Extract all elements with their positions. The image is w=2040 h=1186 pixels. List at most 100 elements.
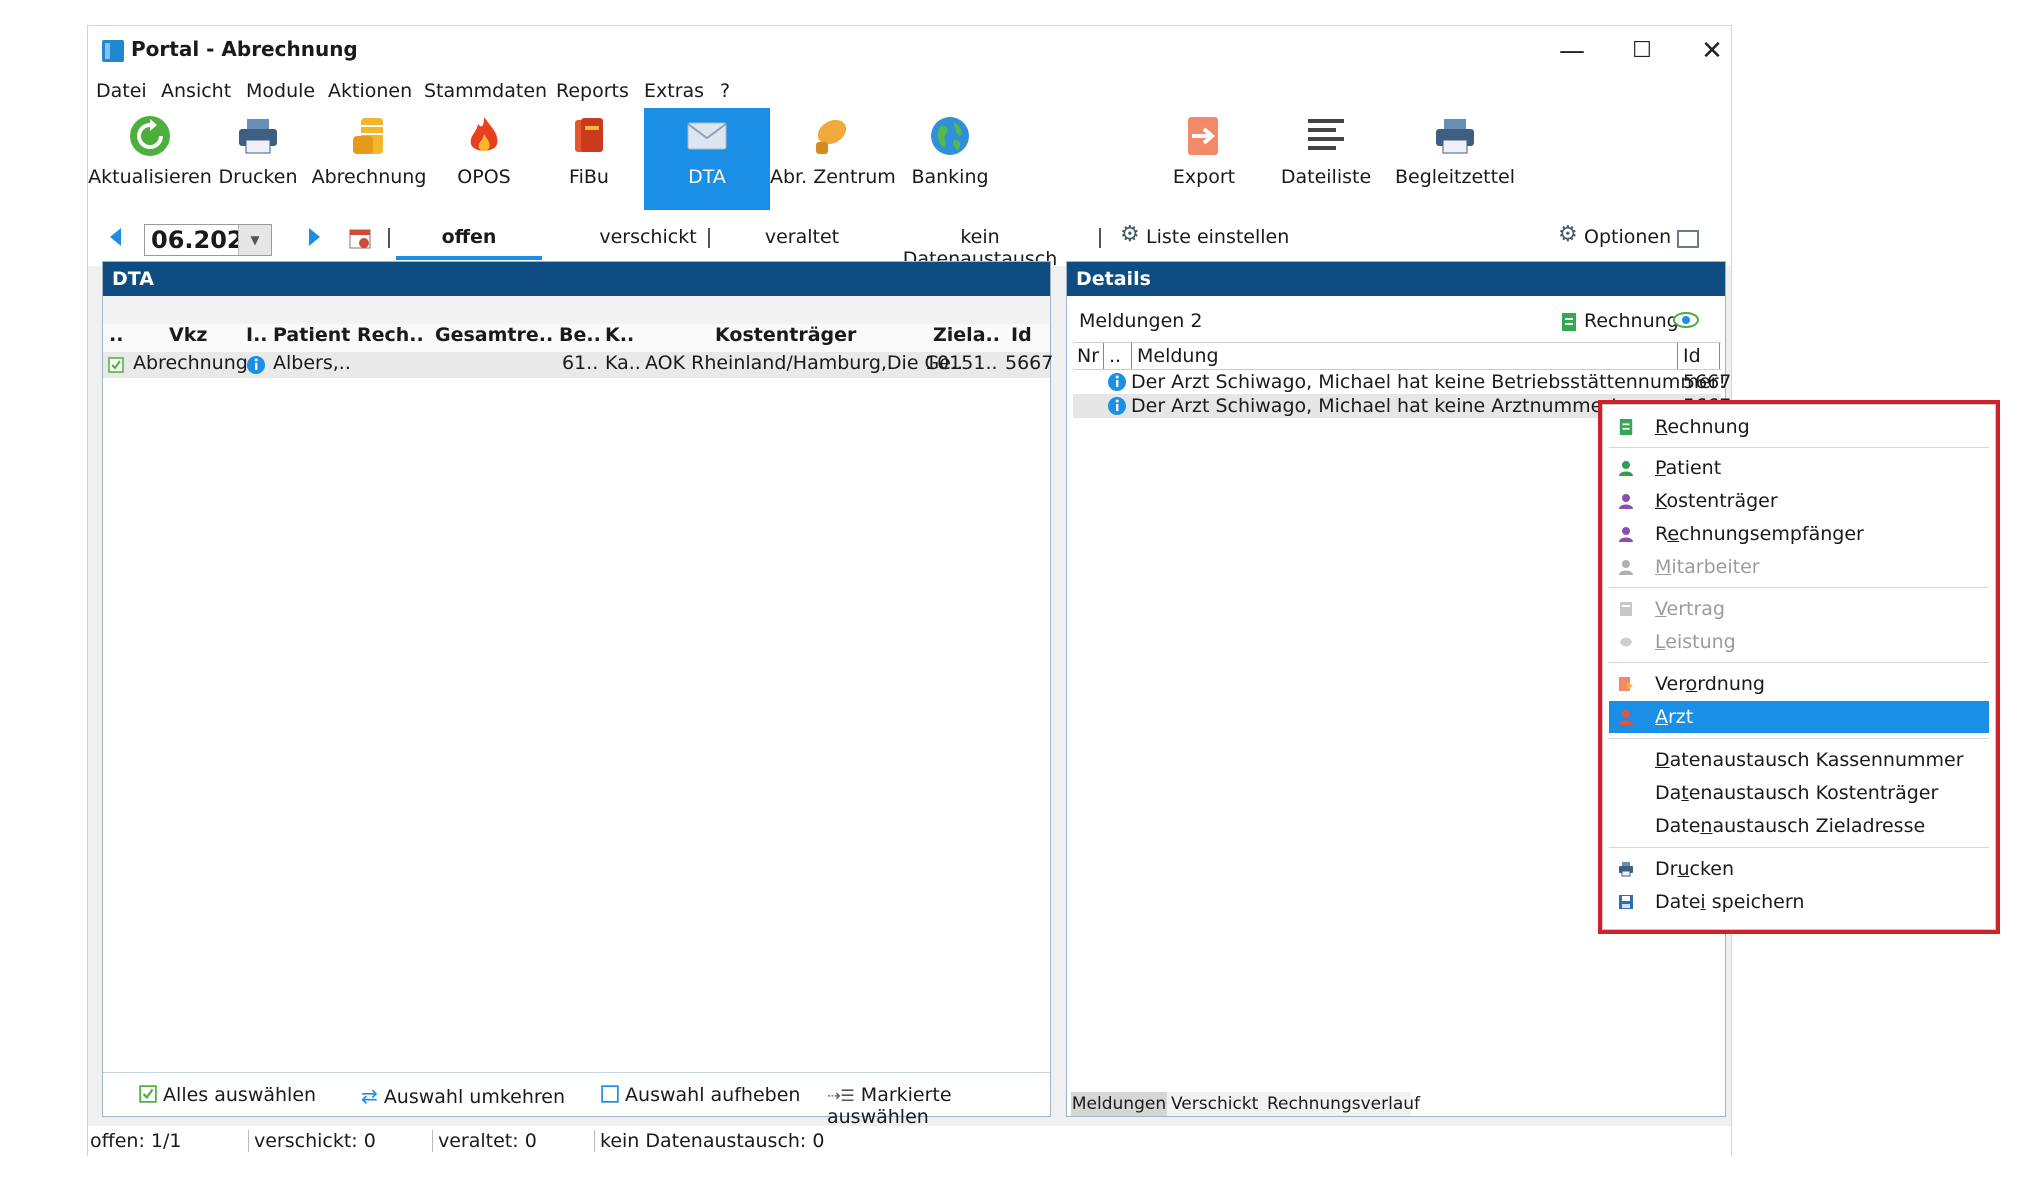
gear-icon: ⚙ <box>1558 222 1578 247</box>
fibu-label: FiBu <box>569 166 609 188</box>
list-icon <box>1308 119 1344 150</box>
swap-icon: ⇄ <box>361 1084 378 1108</box>
clear-selection-label: Auswahl aufheben <box>625 1084 801 1106</box>
invoice-icon <box>1562 313 1576 331</box>
status-divider <box>432 1130 433 1152</box>
status-verschickt: verschickt: 0 <box>254 1130 376 1152</box>
checkbox-checked-icon <box>139 1085 157 1103</box>
dta-panel: DTA .. Vkz I.. Patient Rech.. Gesamtre..… <box>102 261 1054 1128</box>
col-handle[interactable]: .. <box>109 324 123 346</box>
abrechnung-label: Abrechnung <box>311 166 427 188</box>
banking-button[interactable]: Banking <box>890 108 1010 210</box>
gear-icon: ⚙ <box>1120 222 1140 247</box>
next-period-icon[interactable] <box>309 228 320 246</box>
col-divider <box>1131 343 1132 369</box>
cell-id: 5667 <box>1005 352 1054 374</box>
messages-count: Meldungen 2 <box>1079 310 1203 332</box>
status-veraltet: veraltet: 0 <box>438 1130 537 1152</box>
cell-vkz: Abrechnung <box>133 352 248 374</box>
col-type[interactable]: .. <box>1109 345 1121 367</box>
menu-bar: Datei Ansicht Module Aktionen Stammdaten… <box>88 76 1731 108</box>
export-button[interactable]: Export <box>1144 108 1264 210</box>
clear-selection-button[interactable]: Auswahl aufheben <box>601 1084 800 1106</box>
invert-selection-button[interactable]: ⇄ Auswahl umkehren <box>361 1084 565 1108</box>
close-button[interactable]: ✕ <box>1688 34 1736 68</box>
calendar-icon[interactable] <box>348 226 372 250</box>
period-select[interactable]: 06.2023 ▼ <box>144 224 272 256</box>
col-patient[interactable]: Patient <box>273 324 350 346</box>
menu-module[interactable]: Module <box>246 80 315 102</box>
message-text: Der Arzt Schiwago, Michael hat keine Arz… <box>1131 395 1618 417</box>
drucken-button[interactable]: Drucken <box>212 108 304 210</box>
aktualisieren-button[interactable]: Aktualisieren <box>88 108 212 210</box>
period-bar: 06.2023 ▼ offen verschickt veraltet kein… <box>88 210 1731 270</box>
chevron-down-icon[interactable]: ▼ <box>238 225 271 255</box>
col-be[interactable]: Be.. <box>559 324 601 346</box>
tab-verschickt[interactable]: verschickt <box>580 226 716 248</box>
opos-button[interactable]: OPOS <box>434 108 534 210</box>
tab-offen[interactable]: offen <box>396 226 542 248</box>
panel-layout-icon[interactable] <box>1677 230 1699 248</box>
refresh-icon <box>130 116 170 156</box>
tab-meldungen[interactable]: Meldungen <box>1071 1092 1167 1116</box>
dateiliste-button[interactable]: Dateiliste <box>1264 108 1388 210</box>
status-divider <box>248 1130 249 1152</box>
abrechnung-button[interactable]: Abrechnung <box>304 108 434 210</box>
col-divider <box>1719 343 1720 369</box>
separator <box>388 228 390 248</box>
printer-icon <box>239 119 277 154</box>
begleitzettel-button[interactable]: Begleitzettel <box>1388 108 1522 210</box>
cell-be: 61.. <box>562 352 599 374</box>
message-id: 5667 <box>1683 371 1732 393</box>
col-nr[interactable]: Nr <box>1077 345 1099 367</box>
active-tab-indicator <box>396 256 542 260</box>
menu-datei[interactable]: Datei <box>96 80 147 102</box>
tab-veraltet[interactable]: veraltet <box>742 226 862 248</box>
menu-stammdaten[interactable]: Stammdaten <box>424 80 547 102</box>
status-divider <box>594 1130 595 1152</box>
minimize-button[interactable]: — <box>1548 34 1596 68</box>
col-info[interactable]: I.. <box>246 324 268 346</box>
checkbox-checked-icon[interactable] <box>108 357 124 373</box>
select-marked-button[interactable]: ⇢☰ Markierte auswählen <box>827 1084 1050 1128</box>
tab-verschickt[interactable]: Verschickt <box>1171 1092 1258 1116</box>
menu-aktionen[interactable]: Aktionen <box>328 80 412 102</box>
menu-reports[interactable]: Reports <box>556 80 629 102</box>
maximize-button[interactable]: ☐ <box>1618 34 1666 68</box>
previous-period-icon[interactable] <box>110 228 121 246</box>
table-row[interactable]: Abrechnung Albers,.. 61.. Ka.. AOK Rhein… <box>103 352 1054 378</box>
col-vkz[interactable]: Vkz <box>169 324 207 346</box>
messages-header: Nr .. Meldung Id <box>1073 342 1721 370</box>
begleitzettel-label: Begleitzettel <box>1394 166 1515 188</box>
menu-ansicht[interactable]: Ansicht <box>161 80 231 102</box>
title-bar: Portal - Abrechnung — ☐ ✕ <box>88 26 1731 76</box>
select-all-button[interactable]: Alles auswählen <box>139 1084 316 1106</box>
menu-help[interactable]: ? <box>720 80 730 102</box>
col-gesamtbetrag[interactable]: Gesamtre.. <box>435 324 553 346</box>
details-tabbar: Meldungen Verschickt Rechnungsverlauf <box>1071 1092 1420 1116</box>
col-id[interactable]: Id <box>1011 324 1032 346</box>
invoice-link[interactable]: Rechnung <box>1584 310 1679 332</box>
col-k[interactable]: K.. <box>605 324 634 346</box>
hand-icon <box>816 119 847 154</box>
col-id[interactable]: Id <box>1683 345 1701 367</box>
highlight-frame <box>1598 400 2000 934</box>
col-ziel[interactable]: Ziela.. <box>933 324 1000 346</box>
col-meldung[interactable]: Meldung <box>1137 345 1219 367</box>
fibu-button[interactable]: FiBu <box>534 108 644 210</box>
col-rechnung[interactable]: Rech.. <box>357 324 424 346</box>
col-divider <box>1677 343 1678 369</box>
grouping-row <box>103 296 1050 325</box>
message-row[interactable]: Der Arzt Schiwago, Michael hat keine Bet… <box>1073 370 1731 394</box>
abr-zentrum-button[interactable]: Abr. Zentrum <box>770 108 896 210</box>
menu-extras[interactable]: Extras <box>644 80 704 102</box>
optionen-button[interactable]: Optionen <box>1584 226 1671 248</box>
dta-panel-title: DTA <box>103 262 1050 296</box>
liste-einstellen-button[interactable]: Liste einstellen <box>1146 226 1289 248</box>
eye-icon[interactable] <box>1673 310 1699 330</box>
tab-rechnungsverlauf[interactable]: Rechnungsverlauf <box>1267 1092 1420 1116</box>
info-icon <box>1108 397 1126 415</box>
fire-icon <box>470 117 498 151</box>
dta-button[interactable]: DTA <box>644 108 770 210</box>
col-kostentraeger[interactable]: Kostenträger <box>715 324 856 346</box>
